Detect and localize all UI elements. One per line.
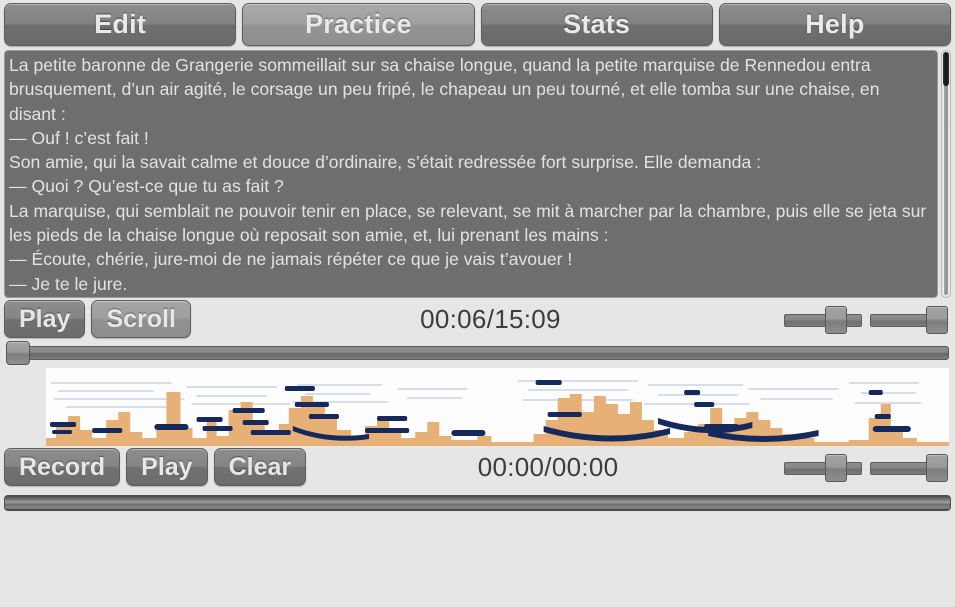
- record-mini-sliders: [784, 452, 951, 482]
- record-speed-track: [784, 462, 862, 475]
- tab-help[interactable]: Help: [718, 3, 951, 46]
- spectrogram-panel: [4, 368, 951, 446]
- scrollbar-track: [943, 53, 948, 295]
- tab-edit-label: Edit: [94, 9, 147, 39]
- tab-stats[interactable]: Stats: [480, 3, 713, 46]
- reading-text-area[interactable]: La petite baronne de Grangerie sommeilla…: [4, 50, 938, 298]
- empty-area: [0, 514, 955, 607]
- seek-slider-thumb[interactable]: [6, 341, 30, 365]
- tab-help-label: Help: [805, 9, 865, 39]
- tab-edit[interactable]: Edit: [4, 3, 237, 46]
- record-button-label: Record: [19, 452, 106, 481]
- playback-volume-slider[interactable]: [870, 304, 949, 334]
- recording-seek-slider[interactable]: [4, 492, 951, 514]
- reading-text: La petite baronne de Grangerie sommeilla…: [9, 55, 927, 294]
- scrollbar-thumb[interactable]: [942, 52, 949, 86]
- record-play-label: Play: [141, 452, 193, 481]
- reading-panel: La petite baronne de Grangerie sommeilla…: [4, 50, 951, 298]
- record-button[interactable]: Record: [4, 448, 121, 486]
- practice-window: Edit Practice Stats Help La petite baron…: [0, 0, 955, 607]
- playback-controls: Play Scroll 00:06/15:09: [0, 298, 955, 340]
- spectrogram-canvas: [46, 368, 949, 446]
- playback-play-button[interactable]: Play: [4, 300, 86, 338]
- playback-scroll-button[interactable]: Scroll: [91, 300, 191, 338]
- seek-slider[interactable]: [6, 340, 949, 366]
- playback-play-label: Play: [19, 304, 71, 333]
- record-clear-button[interactable]: Clear: [213, 448, 307, 486]
- playback-speed-slider[interactable]: [784, 304, 862, 334]
- record-time-display: 00:00/00:00: [477, 451, 619, 482]
- record-clear-label: Clear: [228, 452, 292, 481]
- record-speed-slider[interactable]: [784, 452, 862, 482]
- main-tabbar: Edit Practice Stats Help: [0, 0, 955, 48]
- record-play-button[interactable]: Play: [126, 448, 208, 486]
- tab-practice[interactable]: Practice: [242, 3, 475, 46]
- playback-volume-thumb[interactable]: [926, 306, 949, 334]
- playback-mini-sliders: [784, 304, 951, 334]
- playback-time-display: 00:06/15:09: [420, 303, 561, 334]
- playback-speed-thumb[interactable]: [824, 306, 847, 334]
- reading-vertical-scrollbar[interactable]: [940, 50, 951, 298]
- tab-practice-label: Practice: [305, 9, 412, 39]
- record-controls: Record Play Clear 00:00/00:00: [0, 446, 955, 488]
- seek-slider-track: [6, 346, 949, 360]
- spectrogram[interactable]: [46, 368, 949, 446]
- playback-scroll-label: Scroll: [106, 304, 176, 333]
- recording-seek-track: [4, 495, 951, 511]
- playback-speed-track: [784, 314, 862, 327]
- tab-stats-label: Stats: [563, 9, 631, 39]
- record-speed-thumb[interactable]: [824, 454, 847, 482]
- record-volume-thumb[interactable]: [926, 454, 949, 482]
- record-volume-slider[interactable]: [870, 452, 949, 482]
